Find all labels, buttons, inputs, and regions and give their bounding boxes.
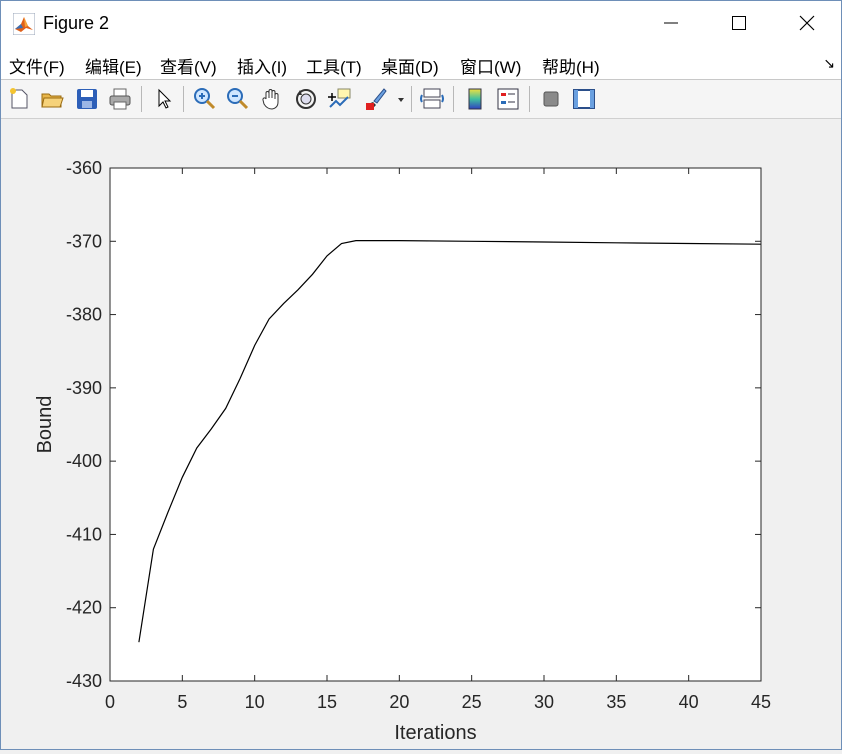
menu-view[interactable]: 查看(V): [160, 53, 217, 78]
x-tick-label: 30: [534, 692, 554, 712]
y-tick-label: -420: [66, 598, 102, 618]
y-tick-label: -430: [66, 671, 102, 691]
link-plot-icon: [420, 88, 444, 109]
figure-toolbar: [1, 80, 841, 119]
legend-button[interactable]: [493, 84, 523, 114]
close-button[interactable]: [773, 1, 841, 45]
save-icon: [77, 89, 97, 109]
menu-desktop[interactable]: 桌面(D): [381, 53, 439, 78]
new-figure-button[interactable]: [4, 84, 34, 114]
y-tick-label: -370: [66, 231, 102, 251]
show-plot-tools-button[interactable]: [569, 84, 599, 114]
colorbar-button[interactable]: [460, 84, 490, 114]
pan-hand-icon: [262, 89, 279, 110]
data-cursor-button[interactable]: [325, 84, 355, 114]
x-tick-label: 35: [606, 692, 626, 712]
colorbar-icon: [468, 88, 482, 110]
rotate-3d-button[interactable]: [291, 84, 321, 114]
title-bar[interactable]: Figure 2: [1, 1, 841, 45]
legend-icon: [497, 88, 519, 110]
maximize-button[interactable]: [705, 1, 773, 45]
link-plot-button[interactable]: [417, 84, 447, 114]
menu-help[interactable]: 帮助(H): [542, 53, 600, 78]
toolbar-separator: [411, 86, 412, 112]
zoom-in-icon: [194, 88, 216, 110]
axes-background[interactable]: [110, 168, 761, 681]
zoom-in-button[interactable]: [190, 84, 220, 114]
toolbar-separator: [453, 86, 454, 112]
y-tick-label: -410: [66, 524, 102, 544]
x-tick-label: 5: [177, 692, 187, 712]
menu-bar: 文件(F) 编辑(E) 查看(V) 插入(I) 工具(T) 桌面(D) 窗口(W…: [1, 45, 841, 80]
x-tick-label: 45: [751, 692, 771, 712]
x-tick-label: 0: [105, 692, 115, 712]
hide-plot-tools-button[interactable]: [536, 84, 566, 114]
x-tick-label: 40: [679, 692, 699, 712]
hide-plot-tools-icon: [543, 91, 559, 107]
zoom-out-button[interactable]: [223, 84, 253, 114]
figure-window: Figure 2 文件(F) 编辑(E) 查看(V) 插入(I) 工具(T) 桌…: [0, 0, 842, 750]
show-plot-tools-icon: [573, 89, 595, 109]
x-tick-label: 10: [245, 692, 265, 712]
matlab-logo-icon: [13, 13, 35, 35]
y-tick-label: -380: [66, 305, 102, 325]
new-figure-icon: [10, 88, 28, 109]
menu-window[interactable]: 窗口(W): [460, 53, 521, 78]
toolbar-separator: [183, 86, 184, 112]
minimize-button[interactable]: [637, 1, 705, 45]
y-tick-label: -390: [66, 378, 102, 398]
data-cursor-icon: [328, 88, 351, 108]
open-file-button[interactable]: [37, 84, 67, 114]
y-tick-label: -400: [66, 451, 102, 471]
x-tick-label: 20: [389, 692, 409, 712]
zoom-out-icon: [227, 88, 249, 110]
y-tick-label: -360: [66, 158, 102, 178]
x-tick-label: 25: [462, 692, 482, 712]
figure-canvas: 0 5 10 15 20 25 30 35 40 45 -360 -370 -380 -390 -400 -4…: [1, 119, 841, 749]
window-title: Figure 2: [43, 13, 110, 33]
x-axis-label: Iterations: [394, 722, 476, 744]
maximize-icon: [732, 16, 746, 30]
dock-arrow-icon[interactable]: ↘: [823, 55, 835, 72]
save-button[interactable]: [72, 84, 102, 114]
menu-insert[interactable]: 插入(I): [237, 53, 287, 78]
chevron-down-icon: [398, 98, 404, 102]
close-icon: [799, 15, 815, 31]
menu-tools[interactable]: 工具(T): [306, 53, 362, 78]
menu-edit[interactable]: 编辑(E): [85, 53, 142, 78]
menu-file[interactable]: 文件(F): [9, 53, 65, 78]
toolbar-separator: [529, 86, 530, 112]
pan-button[interactable]: [257, 84, 287, 114]
line-chart[interactable]: 0 5 10 15 20 25 30 35 40 45 -360 -370 -380 -390 -400 -4…: [1, 119, 841, 749]
rotate-3d-icon: [296, 89, 316, 109]
brush-button[interactable]: [361, 84, 391, 114]
pointer-icon: [158, 88, 172, 109]
minimize-icon: [664, 22, 678, 24]
print-icon: [109, 88, 131, 110]
brush-dropdown-button[interactable]: [393, 84, 407, 114]
y-axis-label: Bound: [34, 396, 56, 454]
open-file-icon: [41, 93, 64, 108]
print-button[interactable]: [105, 84, 135, 114]
brush-icon: [366, 88, 387, 110]
select-button[interactable]: [149, 84, 179, 114]
toolbar-separator: [141, 86, 142, 112]
x-tick-label: 15: [317, 692, 337, 712]
